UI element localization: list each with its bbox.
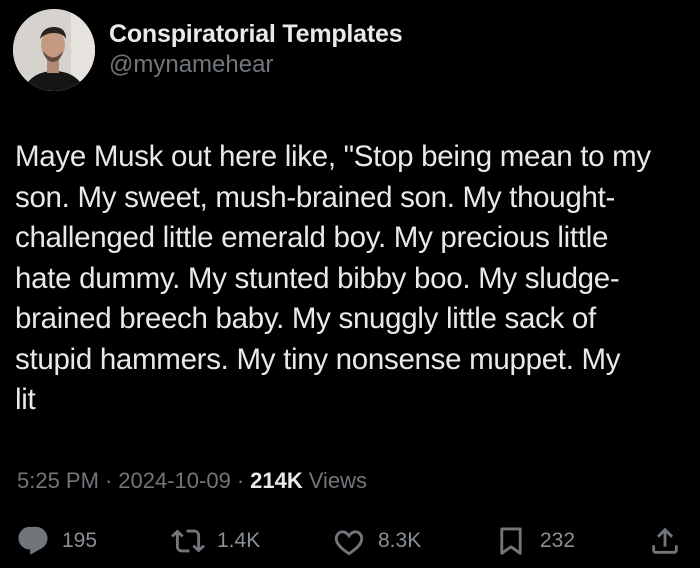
meta-separator: ·	[104, 468, 113, 493]
avatar[interactable]	[13, 9, 95, 91]
tweet-text-line: son. My sweet, mush-brained son. My thou…	[15, 180, 616, 214]
retweet-count: 1.4K	[217, 529, 261, 552]
tweet-text-line: stupid hammers. My tiny nonsense muppet.…	[15, 342, 621, 376]
views-label: Views	[308, 468, 368, 493]
meta-separator: ·	[236, 468, 245, 493]
tweet-text: Maye Musk out here like, "Stop being mea…	[15, 137, 690, 421]
display-name[interactable]: Conspiratorial Templates	[109, 19, 403, 49]
tweet-text-line: Maye Musk out here like, "Stop being mea…	[15, 140, 651, 173]
share-button[interactable]	[648, 521, 682, 561]
bookmark-button[interactable]: 232	[494, 521, 575, 561]
views-count: 214K	[250, 468, 303, 493]
heart-icon	[334, 530, 364, 556]
tweet-header: Conspiratorial Templates @mynamehear	[13, 9, 403, 91]
retweet-icon	[171, 529, 205, 553]
tweet-text-line: lit	[15, 383, 36, 416]
like-button[interactable]: 8.3K	[332, 521, 421, 561]
retweet-button[interactable]: 1.4K	[171, 521, 260, 561]
share-icon	[652, 527, 678, 554]
reply-icon	[18, 526, 48, 555]
tweet-meta: 5:25 PM · 2024-10-09 · 214K Views	[17, 468, 367, 494]
bookmark-icon	[500, 527, 522, 555]
tweet-text-line: hate dummy. My stunted bibby boo. My slu…	[15, 261, 620, 295]
like-count: 8.3K	[378, 529, 422, 552]
reply-button[interactable]: 195	[16, 521, 97, 561]
tweet-text-line: brained breech baby. My snuggly little s…	[15, 302, 596, 335]
bookmark-count: 232	[540, 529, 576, 552]
tweet-text-line: challenged little emerald boy. My precio…	[15, 221, 609, 254]
tweet-date[interactable]: 2024-10-09	[118, 468, 231, 494]
user-handle[interactable]: @mynamehear	[109, 50, 402, 80]
avatar-photo	[13, 9, 95, 91]
tweet-actions: 195 1.4K 8.3K 232	[0, 521, 700, 561]
tweet-time[interactable]: 5:25 PM	[17, 468, 99, 494]
reply-count: 195	[62, 529, 98, 552]
